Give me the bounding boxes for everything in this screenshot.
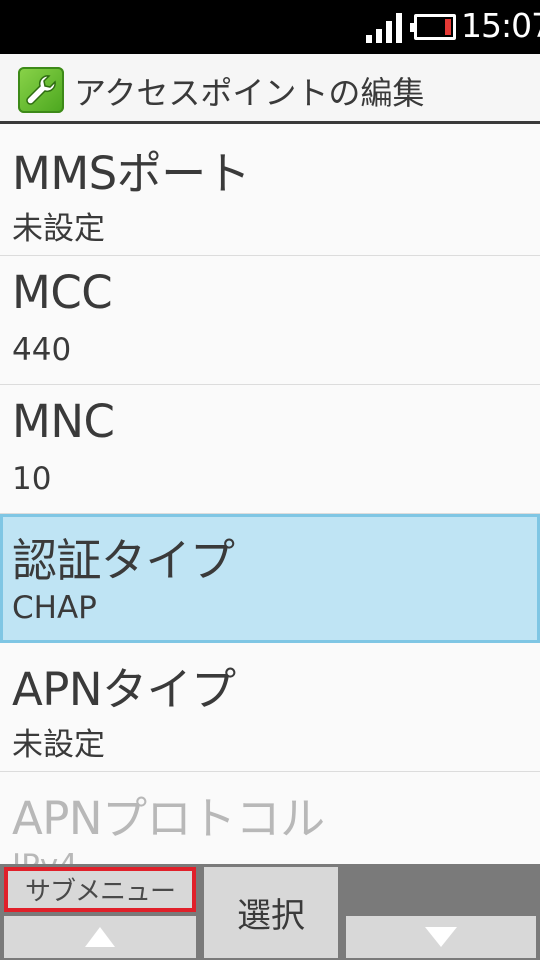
submenu-button[interactable]: サブメニュー bbox=[4, 867, 196, 912]
status-bar: 15:07 bbox=[0, 0, 540, 54]
page-title: アクセスポイントの編集 bbox=[74, 74, 425, 112]
setting-value: 440 bbox=[12, 332, 72, 368]
scroll-down-button[interactable] bbox=[346, 916, 536, 958]
select-button[interactable]: 選択 bbox=[204, 867, 338, 958]
setting-value: 10 bbox=[12, 461, 52, 497]
setting-row-mcc[interactable]: MCC 440 bbox=[0, 256, 540, 385]
setting-label: APNタイプ bbox=[12, 663, 236, 716]
setting-value: CHAP bbox=[12, 590, 97, 626]
setting-label: APNプロトコル bbox=[12, 792, 325, 845]
battery-low-icon bbox=[410, 14, 456, 40]
setting-label: MCC bbox=[12, 266, 113, 319]
setting-value: 未設定 bbox=[12, 211, 105, 247]
scroll-up-button[interactable] bbox=[4, 916, 196, 958]
title-bar: アクセスポイントの編集 bbox=[0, 54, 540, 124]
setting-value: 未設定 bbox=[12, 727, 105, 763]
arrow-down-icon bbox=[425, 927, 457, 947]
softkey-bar: サブメニュー 選択 bbox=[0, 864, 540, 960]
setting-row-apn-type[interactable]: APNタイプ 未設定 bbox=[0, 643, 540, 772]
wrench-icon bbox=[18, 67, 64, 113]
setting-row-mnc[interactable]: MNC 10 bbox=[0, 385, 540, 514]
signal-strength-icon bbox=[366, 11, 404, 43]
setting-label: MMSポート bbox=[12, 147, 251, 200]
setting-label: MNC bbox=[12, 395, 115, 448]
setting-label: 認証タイプ bbox=[12, 534, 235, 587]
setting-row-auth-type[interactable]: 認証タイプ CHAP bbox=[0, 514, 540, 643]
setting-row-mms-port[interactable]: MMSポート 未設定 bbox=[0, 127, 540, 256]
status-clock: 15:07 bbox=[461, 6, 540, 45]
arrow-up-icon bbox=[85, 927, 115, 947]
settings-list: MMSポート 未設定 MCC 440 MNC 10 認証タイプ CHAP APN… bbox=[0, 127, 540, 901]
